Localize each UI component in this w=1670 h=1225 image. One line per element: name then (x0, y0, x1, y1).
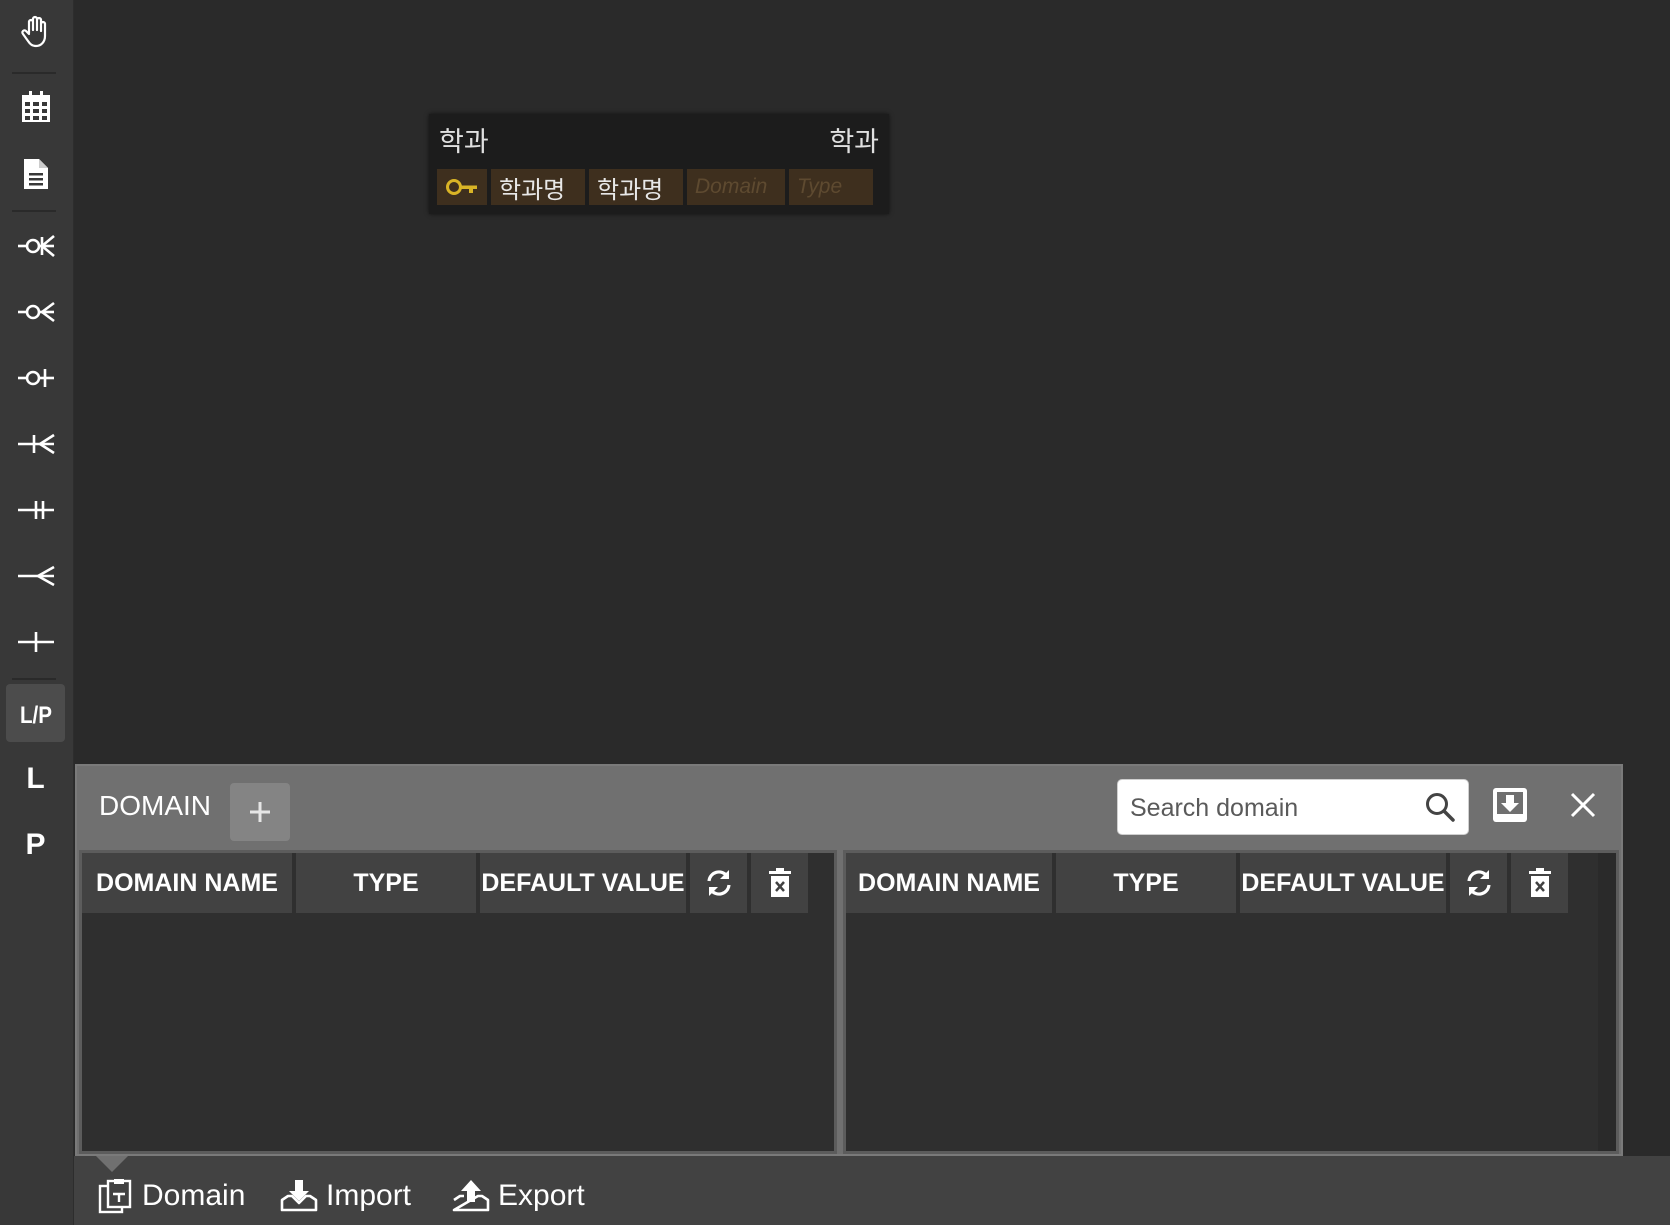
panel-title: DOMAIN (99, 790, 211, 821)
domain-tab-label: Domain (142, 1179, 246, 1212)
export-button[interactable]: Export (452, 1176, 585, 1216)
relation-zero-one-button[interactable] (6, 349, 65, 407)
column-comment-cell[interactable]: 학과명 (589, 169, 683, 205)
relation-one-n-icon (17, 433, 55, 455)
add-domain-button[interactable] (230, 783, 290, 841)
relation-n-button[interactable] (6, 547, 65, 605)
domain-grid-right: DOMAIN NAME TYPE DEFAULT VALUE (843, 850, 1619, 1154)
relation-one-one-icon (17, 501, 54, 519)
delete-button[interactable] (1511, 853, 1568, 913)
relation-one-button[interactable] (6, 613, 65, 671)
refresh-button[interactable] (690, 853, 747, 913)
relation-zero-one-n-icon (17, 235, 55, 257)
bottom-bar: Domain Import Export (74, 1156, 1670, 1225)
relation-zero-n-button[interactable] (6, 283, 65, 341)
primary-key-cell[interactable] (437, 169, 487, 205)
logical-physical-label: L/P (20, 702, 52, 729)
memo-tool-button[interactable] (6, 145, 65, 203)
trash-icon (1528, 868, 1551, 897)
table-grid-icon (21, 91, 50, 122)
relation-one-icon (17, 632, 54, 652)
header-domain-name[interactable]: DOMAIN NAME (82, 853, 292, 913)
refresh-icon (706, 870, 731, 896)
er-table[interactable]: 학과 학과 학과명 학과명 Domain Type (429, 114, 889, 214)
column-name-cell[interactable]: 학과명 (491, 169, 585, 205)
import-button[interactable]: Import (280, 1176, 411, 1216)
active-tab-caret (96, 1156, 128, 1172)
table-name[interactable]: 학과 (439, 120, 489, 159)
refresh-button[interactable] (1450, 853, 1507, 913)
physical-label: P (25, 828, 46, 861)
header-default-value[interactable]: DEFAULT VALUE (1240, 853, 1446, 913)
logical-view-button[interactable]: L (6, 750, 65, 808)
left-toolbar: L/P L P (0, 0, 74, 1225)
import-label: Import (326, 1179, 412, 1212)
document-icon (23, 159, 48, 189)
header-domain-name[interactable]: DOMAIN NAME (846, 853, 1052, 913)
physical-view-button[interactable]: P (6, 816, 65, 874)
domain-icon (98, 1179, 132, 1214)
export-label: Export (498, 1179, 585, 1212)
export-icon (452, 1180, 490, 1212)
domain-panel: DOMAIN DOMAIN NAME TYPE DEFAULT VALUE (75, 764, 1623, 1156)
download-domain-icon[interactable] (1491, 786, 1529, 824)
relation-one-one-button[interactable] (6, 481, 65, 539)
domain-grid-left: DOMAIN NAME TYPE DEFAULT VALUE (79, 850, 837, 1154)
relation-zero-n-icon (17, 301, 55, 323)
logical-label: L (26, 762, 45, 795)
logical-physical-toggle-button[interactable]: L/P (6, 684, 65, 742)
plus-icon (250, 802, 270, 822)
toolbar-separator (12, 678, 56, 680)
refresh-icon (1466, 870, 1491, 896)
header-default-value[interactable]: DEFAULT VALUE (480, 853, 686, 913)
column-domain-cell[interactable]: Domain (687, 169, 785, 205)
grid-header: DOMAIN NAME TYPE DEFAULT VALUE (82, 853, 808, 913)
table-column-row[interactable]: 학과명 학과명 Domain Type (437, 169, 873, 205)
erd-canvas[interactable]: 학과 학과 학과명 학과명 Domain Type (74, 0, 1670, 764)
table-tool-button[interactable] (6, 78, 65, 136)
relation-n-icon (17, 565, 55, 587)
vertical-scrollbar[interactable] (1598, 853, 1616, 1151)
trash-icon (768, 868, 791, 897)
toolbar-separator (12, 210, 56, 212)
header-type[interactable]: TYPE (1056, 853, 1236, 913)
hand-tool-button[interactable] (6, 3, 65, 61)
import-icon (280, 1180, 318, 1212)
hand-icon (20, 15, 46, 48)
search-box (1117, 779, 1469, 835)
relation-zero-one-icon (17, 369, 54, 387)
column-type-cell[interactable]: Type (789, 169, 873, 205)
toolbar-separator (12, 72, 56, 74)
header-type[interactable]: TYPE (296, 853, 476, 913)
primary-key-icon (446, 179, 477, 195)
relation-one-n-button[interactable] (6, 415, 65, 473)
domain-tab[interactable]: Domain (98, 1176, 245, 1216)
grid-header: DOMAIN NAME TYPE DEFAULT VALUE (846, 853, 1568, 913)
logical-physical-icon: L/P (20, 702, 52, 729)
search-icon[interactable] (1424, 791, 1456, 823)
table-comment[interactable]: 학과 (829, 120, 879, 159)
delete-button[interactable] (751, 853, 808, 913)
close-icon[interactable] (1570, 792, 1596, 818)
relation-zero-one-n-button[interactable] (6, 217, 65, 275)
search-input[interactable] (1128, 788, 1412, 828)
